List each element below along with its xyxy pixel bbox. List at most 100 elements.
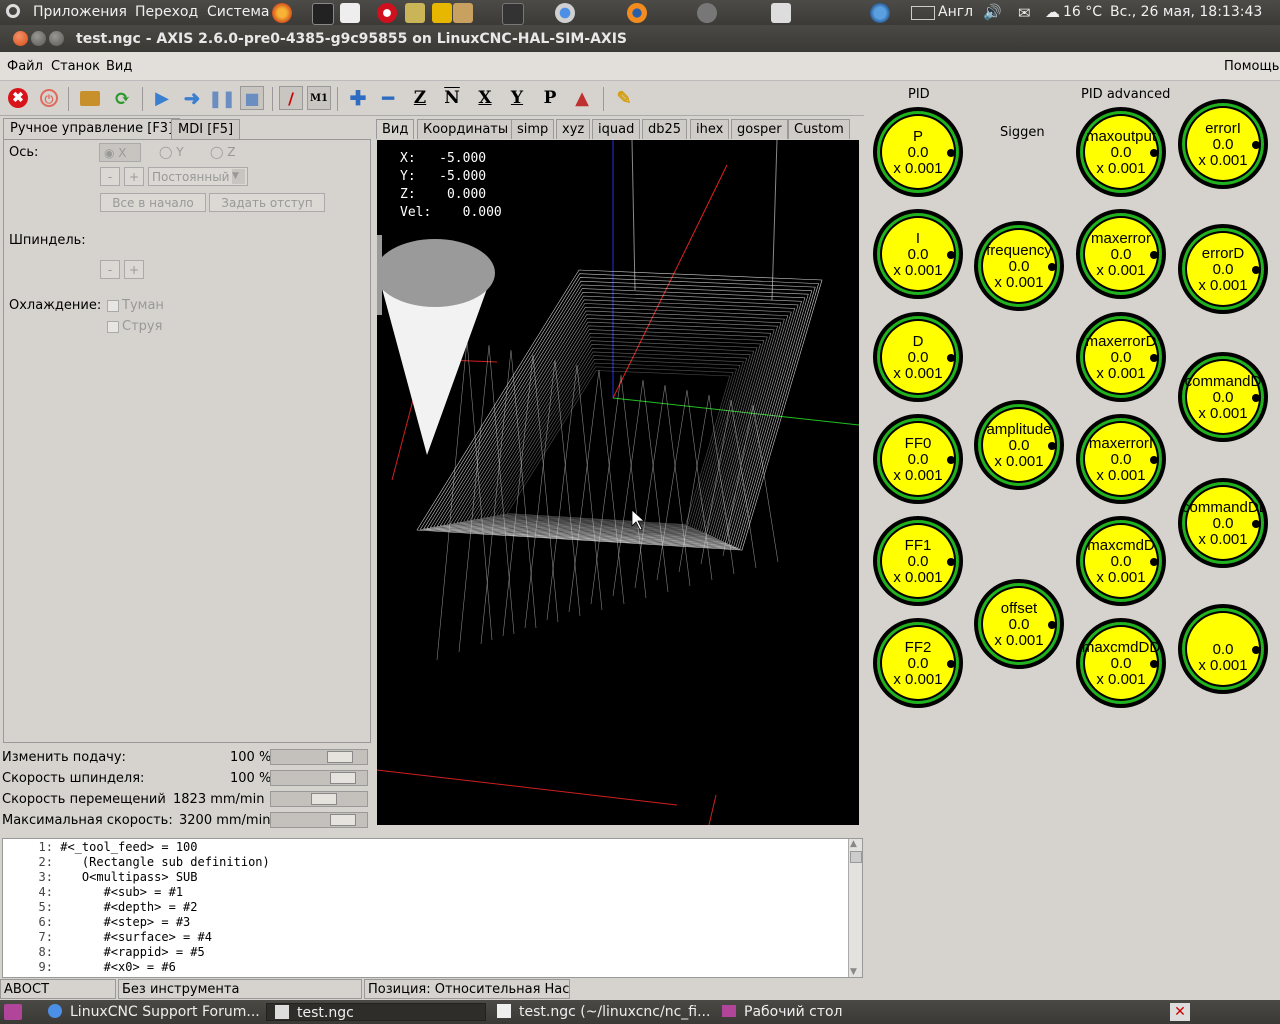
window-minimize-button[interactable] (31, 31, 46, 46)
zoom-out-icon[interactable]: ━ (376, 86, 400, 110)
task-forum[interactable]: LinuxCNC Support Forum... (48, 1003, 260, 1021)
code-line[interactable]: 3: O<multipass> SUB (3, 870, 198, 885)
pause-icon[interactable]: ❚❚ (209, 86, 236, 110)
notes-icon[interactable] (432, 3, 452, 23)
slider-knob[interactable] (329, 814, 356, 826)
menu-machine[interactable]: Станок (51, 59, 100, 74)
tab-custom[interactable]: Custom (788, 119, 850, 139)
axis-y-radio[interactable]: ◯ Y (159, 145, 184, 159)
keyboard-layout[interactable]: Англ (938, 4, 973, 20)
spindle-minus-button[interactable]: - (100, 260, 120, 279)
tab-gosper[interactable]: gosper (731, 119, 788, 139)
optional-stop-icon[interactable]: M1 (307, 86, 331, 110)
text-editor-icon[interactable] (340, 3, 360, 23)
jog-plus-button[interactable]: + (124, 167, 144, 186)
view-p-icon[interactable]: P (538, 86, 562, 110)
code-line[interactable]: 7: #<surface> = #4 (3, 930, 212, 945)
chromium-icon[interactable] (555, 3, 575, 23)
tab-ihex[interactable]: ihex (690, 119, 730, 139)
view-y-icon[interactable]: Y (505, 86, 529, 110)
menu-help[interactable]: Помощь (1224, 59, 1279, 74)
tab-mdi[interactable]: MDI [F5] (171, 119, 241, 139)
run-icon[interactable]: ▶ (150, 86, 174, 110)
code-line[interactable]: 4: #<sub> = #1 (3, 885, 184, 900)
code-line[interactable]: 5: #<depth> = #2 (3, 900, 198, 915)
opera-icon[interactable] (377, 3, 397, 23)
menu-applications[interactable]: Приложения (33, 4, 127, 20)
zoom-in-icon[interactable]: ✚ (346, 86, 370, 110)
touch-off-button[interactable]: Задать отступ (209, 193, 325, 212)
view-x-icon[interactable]: X (473, 86, 497, 110)
code-scrollbar[interactable]: ▲ ▼ (848, 839, 862, 977)
home-all-button[interactable]: Все в начало (100, 193, 206, 212)
blender-icon[interactable] (627, 3, 647, 23)
block-delete-icon[interactable]: / (279, 86, 303, 110)
scroll-down-icon[interactable]: ▼ (850, 967, 857, 977)
view-z2-icon[interactable]: N (440, 86, 464, 110)
jog-minus-button[interactable]: - (100, 167, 120, 186)
firefox-icon[interactable] (272, 3, 292, 23)
jog-increment-select[interactable]: Постоянный ▼ (148, 167, 248, 186)
step-icon[interactable]: ➜ (180, 86, 204, 110)
keyboard-icon[interactable] (911, 6, 935, 20)
tab-view[interactable]: Вид (376, 119, 415, 139)
flood-checkbox[interactable] (107, 321, 119, 333)
code-line[interactable]: 2: (Rectangle sub definition) (3, 855, 270, 870)
max-velocity-slider[interactable] (270, 812, 368, 828)
weather-temp[interactable]: 16 °C (1063, 4, 1102, 20)
jog-speed-slider[interactable] (270, 791, 368, 807)
tab-iquad[interactable]: iquad (592, 119, 641, 139)
gimp-icon[interactable] (697, 3, 717, 23)
feed-override-slider[interactable] (270, 749, 368, 765)
spindle-plus-button[interactable]: + (124, 260, 144, 279)
scroll-thumb[interactable] (850, 851, 862, 863)
menu-places[interactable]: Переход (135, 4, 198, 20)
gcode-listing[interactable]: 1: #<_tool_feed> = 100 2: (Rectangle sub… (2, 838, 863, 978)
ubuntu-logo-icon[interactable] (6, 4, 20, 18)
toolpath-preview[interactable] (377, 140, 859, 825)
clock[interactable]: Вс., 26 мая, 18:13:43 (1110, 4, 1262, 20)
archive-icon[interactable] (453, 3, 473, 23)
slider-knob[interactable] (310, 793, 337, 805)
tab-db25[interactable]: db25 (642, 119, 688, 139)
menu-file[interactable]: Файл (7, 59, 43, 74)
clear-plot-icon[interactable]: ✎ (612, 86, 636, 110)
axis-z-radio[interactable]: ◯ Z (210, 145, 235, 159)
inkscape-icon[interactable] (502, 3, 524, 25)
slider-knob[interactable] (329, 772, 356, 784)
tab-xyz[interactable]: xyz (556, 119, 591, 139)
task-desktop[interactable]: Рабочий стол (722, 1003, 843, 1021)
tab-simp[interactable]: simp (511, 119, 555, 139)
tools-icon[interactable] (405, 3, 425, 23)
spindle-override-slider[interactable] (270, 770, 368, 786)
code-line[interactable]: 6: #<step> = #3 (3, 915, 191, 930)
tab-manual[interactable]: Ручное управление [F3] (3, 118, 181, 140)
open-icon[interactable] (78, 86, 102, 110)
code-line[interactable]: 8: #<rappid> = #5 (3, 945, 205, 960)
reload-icon[interactable]: ⟳ (110, 86, 134, 110)
task-editor[interactable]: test.ngc (~/linuxcnc/nc_fi... (497, 1003, 710, 1021)
trash-icon[interactable]: ✕ (1170, 1003, 1190, 1021)
terminal-icon[interactable] (312, 3, 334, 25)
window-maximize-button[interactable] (49, 31, 64, 46)
rotate-icon[interactable]: ▲ (570, 86, 594, 110)
menu-system[interactable]: Система (207, 4, 269, 20)
scroll-up-icon[interactable]: ▲ (850, 839, 857, 849)
view-z-icon[interactable]: Z (408, 86, 432, 110)
mist-checkbox[interactable] (107, 300, 119, 312)
window-close-button[interactable] (13, 31, 28, 46)
menu-view[interactable]: Вид (106, 59, 132, 74)
slider-knob[interactable] (327, 751, 353, 763)
estop-icon[interactable]: ✖ (6, 86, 30, 110)
power-icon[interactable]: ⏻ (37, 86, 61, 110)
network-icon[interactable] (870, 3, 890, 23)
code-line[interactable]: 9: #<x0> = #6 (3, 960, 176, 975)
tab-coordinates[interactable]: Координаты (417, 119, 515, 139)
mail-icon[interactable]: ✉ (1018, 4, 1031, 22)
axis-x-radio[interactable]: ◉ X (99, 143, 141, 162)
code-line[interactable]: 1: #<_tool_feed> = 100 (3, 840, 198, 855)
show-desktop-icon[interactable] (4, 1004, 22, 1020)
volume-icon[interactable]: 🔊 (983, 3, 1002, 21)
task-axis[interactable]: test.ngc (266, 1003, 486, 1021)
xkill-icon[interactable] (771, 3, 791, 23)
